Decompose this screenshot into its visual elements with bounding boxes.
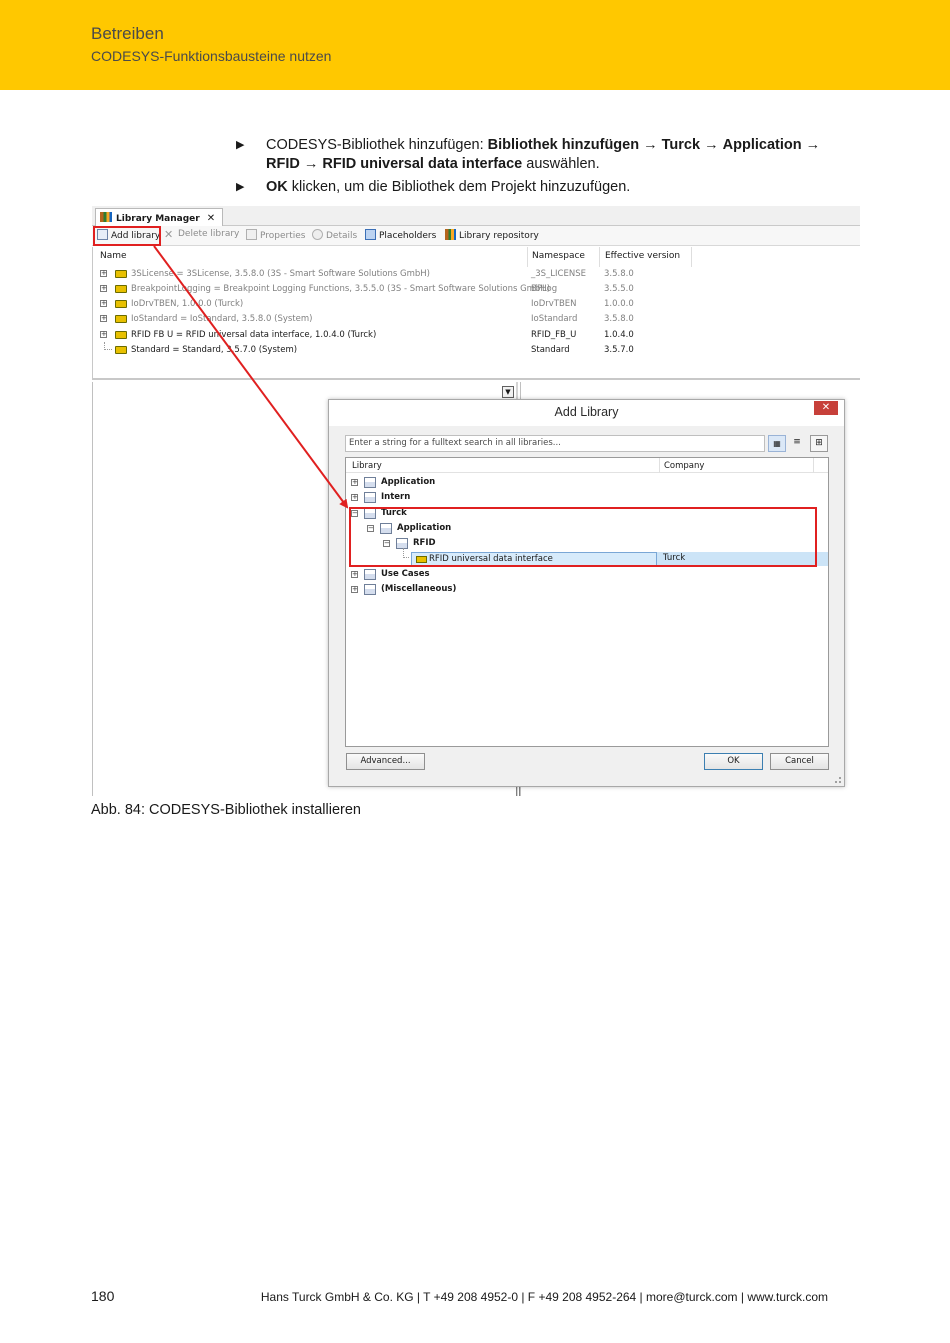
arrow-right-icon: → (805, 137, 821, 153)
section-title: CODESYS-Funktionsbausteine nutzen (91, 48, 332, 64)
path-application: Application (722, 137, 802, 153)
arrow-right-icon: → (643, 137, 658, 153)
path-rfid: RFID (266, 156, 300, 172)
path-bibliothek-hinzufuegen: Bibliothek hinzufügen (487, 137, 640, 153)
callout-arrow-line (153, 245, 349, 509)
page-footer: Hans Turck GmbH & Co. KG | T +49 208 495… (260, 1290, 828, 1304)
page-header-band: Betreiben CODESYS-Funktionsbausteine nut… (0, 0, 950, 90)
step-2-ok: OK (266, 179, 288, 195)
chapter-title: Betreiben (91, 24, 164, 43)
step-1-suffix: auswählen. (522, 156, 600, 172)
step-2-rest: klicken, um die Bibliothek dem Projekt h… (287, 179, 631, 195)
path-turck: Turck (661, 137, 701, 153)
codesys-screenshot: Library Manager ✕ Add library ✕ Delete lib… (92, 206, 860, 796)
bullet-triangle-icon: ▶ (236, 181, 245, 193)
step-1-prefix: CODESYS-Bibliothek hinzufügen: (266, 137, 488, 153)
arrow-right-icon: → (704, 137, 719, 153)
path-rfid-universal: RFID universal data interface (322, 156, 523, 172)
page-number: 180 (91, 1288, 115, 1304)
callout-arrow (153, 245, 349, 509)
arrow-right-icon: → (303, 156, 319, 172)
figure-caption: Abb. 84: CODESYS-Bibliothek installieren (91, 802, 361, 818)
bullet-triangle-icon: ▶ (236, 139, 245, 151)
